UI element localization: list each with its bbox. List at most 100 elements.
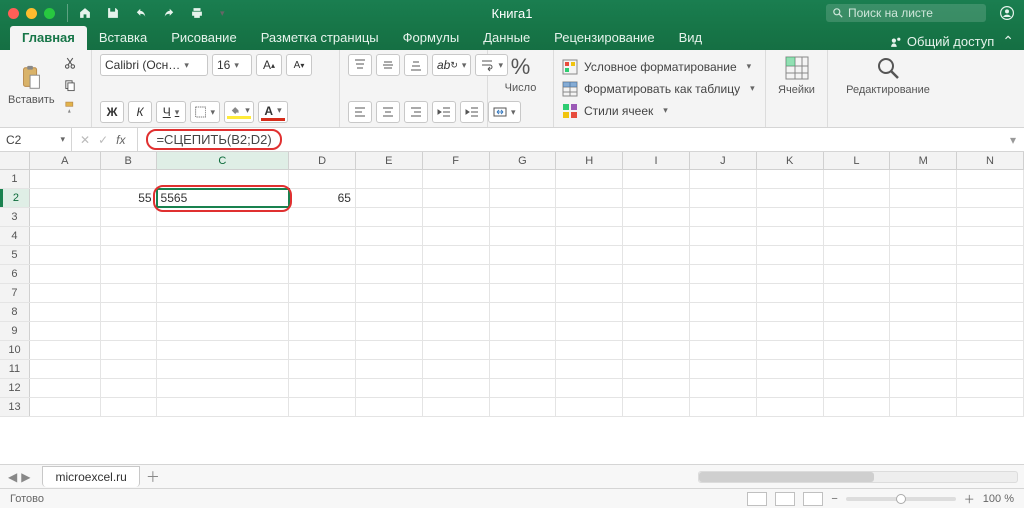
row-header[interactable]: 12 (0, 379, 30, 397)
cell[interactable] (289, 341, 356, 359)
row-header[interactable]: 11 (0, 360, 30, 378)
cell[interactable] (690, 227, 757, 245)
cell[interactable] (556, 303, 623, 321)
cell[interactable] (423, 379, 490, 397)
cell[interactable] (289, 208, 356, 226)
cell[interactable] (824, 303, 891, 321)
cell[interactable] (356, 227, 423, 245)
cell[interactable] (30, 341, 101, 359)
cell[interactable] (623, 246, 690, 264)
ribbon-tab-разметка страницы[interactable]: Разметка страницы (249, 26, 391, 50)
cell[interactable] (157, 284, 290, 302)
cell[interactable] (890, 303, 957, 321)
cut-icon[interactable] (61, 54, 79, 72)
cell[interactable] (490, 246, 557, 264)
column-header[interactable]: E (356, 152, 423, 169)
cell[interactable] (824, 246, 891, 264)
cell[interactable] (423, 170, 490, 188)
cell[interactable] (157, 227, 290, 245)
cell[interactable] (101, 398, 157, 416)
column-header[interactable]: C (157, 152, 290, 169)
column-header[interactable]: J (690, 152, 757, 169)
cell[interactable] (690, 341, 757, 359)
qat-more-icon[interactable]: ▾ (220, 8, 225, 19)
cell[interactable] (757, 284, 824, 302)
row-header[interactable]: 5 (0, 246, 30, 264)
font-color-button[interactable]: A▾ (258, 101, 288, 123)
align-top-icon[interactable] (348, 54, 372, 76)
cell[interactable] (30, 246, 101, 264)
format-as-table-button[interactable]: Форматировать как таблицу▾ (562, 81, 757, 97)
cell[interactable] (490, 170, 557, 188)
decrease-indent-icon[interactable] (432, 101, 456, 123)
cell[interactable] (957, 379, 1024, 397)
sheet-prev-icon[interactable]: ◀ (8, 470, 17, 484)
cell[interactable] (289, 265, 356, 283)
cell[interactable] (423, 322, 490, 340)
cell[interactable] (623, 303, 690, 321)
cell[interactable] (101, 227, 157, 245)
increase-font-icon[interactable]: A▴ (256, 54, 282, 76)
horizontal-scrollbar[interactable] (698, 471, 1018, 483)
cell[interactable] (490, 265, 557, 283)
ribbon-tab-вид[interactable]: Вид (667, 26, 715, 50)
cell[interactable] (30, 322, 101, 340)
collapse-ribbon-icon[interactable]: ⌃ (1002, 33, 1014, 50)
cell[interactable] (490, 379, 557, 397)
row-header[interactable]: 13 (0, 398, 30, 416)
save-icon[interactable] (104, 4, 122, 22)
cell[interactable] (824, 360, 891, 378)
ribbon-tab-вставка[interactable]: Вставка (87, 26, 159, 50)
cell[interactable] (101, 170, 157, 188)
column-header[interactable]: F (423, 152, 490, 169)
row-header[interactable]: 8 (0, 303, 30, 321)
cell[interactable] (289, 398, 356, 416)
cell[interactable]: 5565 (157, 189, 290, 207)
close-window-button[interactable] (8, 8, 19, 19)
borders-button[interactable]: ▾ (190, 101, 220, 123)
cell[interactable] (556, 170, 623, 188)
cell[interactable] (890, 265, 957, 283)
fill-color-button[interactable]: ▾ (224, 101, 254, 123)
cell[interactable] (623, 284, 690, 302)
cell[interactable] (423, 303, 490, 321)
cell[interactable] (556, 246, 623, 264)
page-break-view-icon[interactable] (803, 492, 823, 506)
cell[interactable] (890, 398, 957, 416)
cell[interactable] (289, 170, 356, 188)
cell[interactable] (30, 360, 101, 378)
cell[interactable] (957, 227, 1024, 245)
cell[interactable] (30, 170, 101, 188)
align-bottom-icon[interactable] (404, 54, 428, 76)
cell[interactable] (890, 341, 957, 359)
cell[interactable] (890, 246, 957, 264)
cell[interactable] (957, 322, 1024, 340)
cell[interactable] (556, 341, 623, 359)
cell[interactable] (157, 322, 290, 340)
cell[interactable] (356, 322, 423, 340)
cell[interactable] (289, 246, 356, 264)
cell[interactable] (356, 208, 423, 226)
cell[interactable]: 55 (101, 189, 157, 207)
cell[interactable] (490, 398, 557, 416)
align-left-icon[interactable] (348, 101, 372, 123)
number-format-button[interactable]: % Число (505, 54, 537, 94)
cell[interactable] (957, 341, 1024, 359)
cell[interactable] (957, 284, 1024, 302)
cell[interactable] (101, 360, 157, 378)
column-header[interactable]: D (289, 152, 356, 169)
decrease-font-icon[interactable]: A▾ (286, 54, 312, 76)
cell[interactable] (623, 379, 690, 397)
cell[interactable] (289, 227, 356, 245)
spreadsheet-grid[interactable]: ABCDEFGHIJKLMN 1255556565345678910111213 (0, 152, 1024, 464)
cell[interactable] (556, 227, 623, 245)
column-header[interactable]: B (101, 152, 157, 169)
cell[interactable] (690, 189, 757, 207)
ribbon-tab-данные[interactable]: Данные (471, 26, 542, 50)
cell[interactable] (157, 170, 290, 188)
conditional-formatting-button[interactable]: Условное форматирование▾ (562, 59, 757, 75)
cell[interactable] (690, 208, 757, 226)
cell[interactable] (101, 322, 157, 340)
row-header[interactable]: 7 (0, 284, 30, 302)
cell[interactable] (690, 265, 757, 283)
